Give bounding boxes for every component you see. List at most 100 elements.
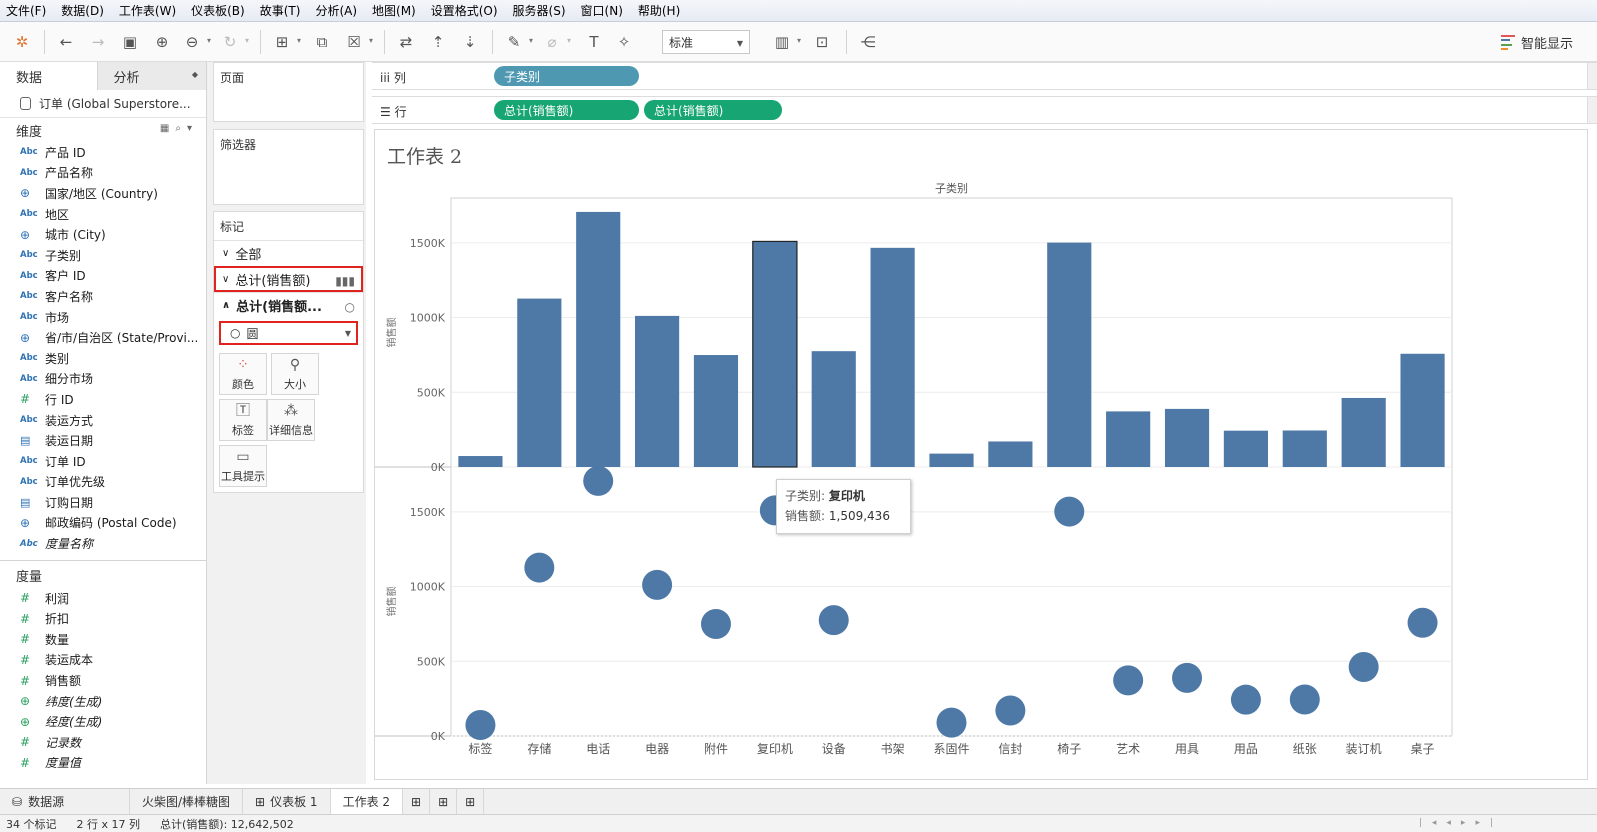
dimension-field[interactable]: Abc 地区	[0, 204, 206, 225]
group-dropdown-icon[interactable]: ▾	[567, 37, 575, 45]
duplicate-sheet-icon[interactable]: ⧉	[310, 30, 334, 54]
label-button[interactable]: 🅃 标签	[219, 399, 267, 441]
menu-analysis[interactable]: 分析(A)	[315, 2, 357, 19]
dimension-field[interactable]: Abc 类别	[0, 348, 206, 369]
bar-mark[interactable]	[1400, 353, 1445, 467]
clear-dropdown-icon[interactable]: ▾	[369, 37, 377, 45]
dimension-field[interactable]: ⊕ 省/市/自治区 (State/Provi...	[0, 327, 206, 348]
measure-field[interactable]: ⊕ 纬度(生成)	[0, 691, 206, 712]
detail-button[interactable]: ⁂ 详细信息	[267, 399, 315, 441]
pill-subcategory[interactable]: 子类别	[494, 66, 639, 86]
menu-format[interactable]: 设置格式(O)	[431, 2, 498, 19]
new-worksheet-tab-icon[interactable]: ⊞	[403, 788, 431, 815]
datasource-item[interactable]: 订单 (Global Superstore...	[0, 90, 206, 118]
menu-file[interactable]: 文件(F)	[6, 2, 46, 19]
menu-server[interactable]: 服务器(S)	[513, 2, 566, 19]
dimension-field[interactable]: ▤ 装运日期	[0, 430, 206, 451]
bar-mark[interactable]	[517, 298, 562, 467]
tab-analysis[interactable]: 分析 ◆	[97, 62, 206, 90]
pin-axes-icon[interactable]: ✧	[612, 30, 636, 54]
bar-mark[interactable]	[1341, 397, 1386, 467]
dimension-field[interactable]: Abc 产品 ID	[0, 142, 206, 163]
menu-dashboard[interactable]: 仪表板(B)	[191, 2, 245, 19]
bar-mark[interactable]	[870, 247, 915, 467]
show-cards-dropdown-icon[interactable]: ▾	[797, 37, 805, 45]
color-button[interactable]: ⁘ 颜色	[219, 353, 267, 395]
pill-sales-sum-2[interactable]: 总计(销售额)	[644, 100, 782, 120]
dimension-field[interactable]: # 行 ID	[0, 389, 206, 410]
tab-worksheet-2[interactable]: 工作表 2	[330, 788, 404, 815]
size-button[interactable]: ⚲ 大小	[271, 353, 319, 395]
sort-arrows-icon[interactable]: ◆	[192, 70, 198, 79]
bar-mark[interactable]	[1106, 411, 1151, 467]
circle-mark[interactable]	[1348, 651, 1379, 682]
bar-mark[interactable]	[929, 453, 974, 467]
menu-worksheet[interactable]: 工作表(W)	[119, 2, 176, 19]
circle-mark[interactable]	[1054, 496, 1085, 527]
measure-field[interactable]: # 装运成本	[0, 650, 206, 671]
marks-all-row[interactable]: ∨ 全部	[214, 240, 363, 266]
columns-scrollbar[interactable]	[1587, 63, 1597, 89]
bar-mark[interactable]	[1223, 430, 1268, 467]
dimension-field[interactable]: ▤ 订购日期	[0, 492, 206, 513]
bar-mark[interactable]	[988, 441, 1033, 467]
measure-field[interactable]: ⊕ 经度(生成)	[0, 711, 206, 732]
new-worksheet-icon[interactable]: ⊞	[270, 30, 294, 54]
view-toggle-icon[interactable]: ▦	[160, 123, 175, 134]
highlight-dropdown-icon[interactable]: ▾	[529, 37, 537, 45]
show-labels-icon[interactable]: T	[582, 30, 606, 54]
circle-mark[interactable]	[936, 707, 967, 738]
clear-sheet-icon[interactable]: ☒	[342, 30, 366, 54]
sheet-nav-arrows[interactable]: |◂◂▸▸|	[1419, 818, 1503, 828]
tab-datasource[interactable]: ⛁ 数据源	[0, 788, 130, 815]
dimension-field[interactable]: Abc 产品名称	[0, 163, 206, 184]
circle-mark[interactable]	[465, 710, 496, 741]
measure-field[interactable]: # 销售额	[0, 670, 206, 691]
chevron-down-icon[interactable]: ▾	[187, 123, 198, 134]
bar-mark[interactable]	[811, 351, 856, 467]
rows-scrollbar[interactable]	[1587, 97, 1597, 123]
dimension-field[interactable]: Abc 订单优先级	[0, 472, 206, 493]
tab-dashboard-1[interactable]: ⊞ 仪表板 1	[243, 788, 331, 815]
swap-rows-columns-icon[interactable]: ⇄	[394, 30, 418, 54]
rows-drop-area[interactable]: 总计(销售额) 总计(销售额)	[494, 97, 1588, 123]
circle-mark[interactable]	[1113, 665, 1144, 696]
circle-mark[interactable]	[700, 609, 731, 640]
measure-field[interactable]: # 数量	[0, 629, 206, 650]
measure-field[interactable]: # 折扣	[0, 608, 206, 629]
refresh-icon[interactable]: ↻	[218, 30, 242, 54]
circle-mark[interactable]	[583, 465, 614, 496]
menu-data[interactable]: 数据(D)	[61, 2, 104, 19]
menu-help[interactable]: 帮助(H)	[638, 2, 680, 19]
menu-window[interactable]: 窗口(N)	[581, 2, 623, 19]
tableau-logo-icon[interactable]: ✲	[10, 30, 34, 54]
circle-mark[interactable]	[1407, 607, 1438, 638]
presentation-mode-icon[interactable]: ⊡	[810, 30, 834, 54]
filters-card[interactable]: 筛选器	[213, 129, 364, 205]
circle-mark[interactable]	[1289, 684, 1320, 715]
sort-descending-icon[interactable]: ⇣	[458, 30, 482, 54]
pause-updates-icon[interactable]: ⊖	[180, 30, 204, 54]
new-dashboard-tab-icon[interactable]: ⊞	[430, 788, 458, 815]
bar-mark[interactable]	[576, 211, 621, 467]
show-cards-icon[interactable]: ▥	[770, 30, 794, 54]
dimension-field[interactable]: ⊕ 城市 (City)	[0, 224, 206, 245]
pause-dropdown-icon[interactable]: ▾	[207, 37, 215, 45]
dimension-field[interactable]: ⊕ 邮政编码 (Postal Code)	[0, 513, 206, 534]
tab-data[interactable]: 数据	[0, 62, 98, 90]
new-worksheet-dropdown-icon[interactable]: ▾	[297, 37, 305, 45]
menu-map[interactable]: 地图(M)	[372, 2, 416, 19]
dimension-field[interactable]: Abc 细分市场	[0, 369, 206, 390]
share-icon[interactable]: ⋲	[856, 30, 880, 54]
circle-mark[interactable]	[818, 605, 849, 636]
pill-sales-sum-1[interactable]: 总计(销售额)	[494, 100, 639, 120]
new-datasource-icon[interactable]: ⊕	[150, 30, 174, 54]
bar-mark[interactable]	[752, 240, 798, 468]
marks-row-bar[interactable]: ∨ 总计(销售额) ▮▮▮	[214, 266, 363, 292]
highlight-icon[interactable]: ✎	[502, 30, 526, 54]
bar-mark[interactable]	[635, 315, 680, 467]
measure-field[interactable]: # 利润	[0, 588, 206, 609]
circle-mark[interactable]	[995, 695, 1026, 726]
bar-mark[interactable]	[1164, 408, 1210, 467]
circle-mark[interactable]	[1230, 684, 1261, 715]
